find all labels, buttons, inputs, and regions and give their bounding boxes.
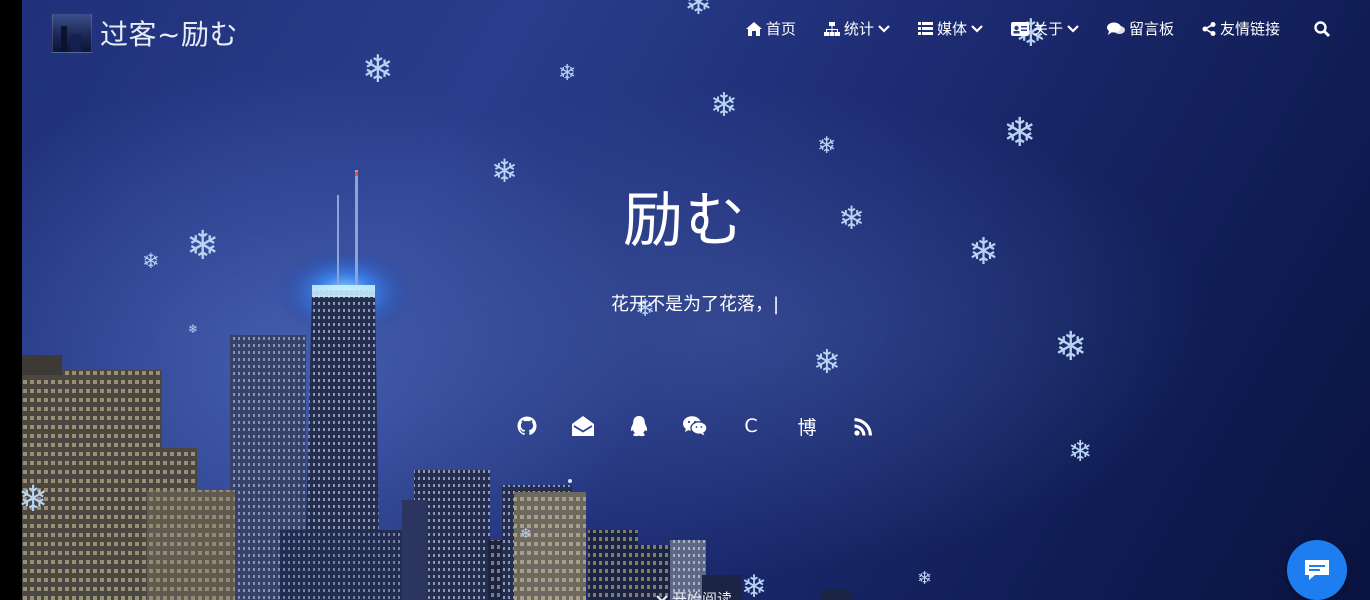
- hero-subtitle-typing: 花开不是为了花落，|: [610, 294, 780, 315]
- nav-item-label: 友情链接: [1219, 20, 1280, 38]
- email-icon: [572, 416, 594, 436]
- list-icon: [917, 22, 933, 35]
- nav-menu: 首页 统计 媒体 关于 留言板 友情链接: [718, 18, 1330, 39]
- email-link[interactable]: [570, 413, 596, 439]
- nav-item-label: 统计: [843, 20, 874, 38]
- home-icon: [745, 21, 762, 36]
- social-links: C 博: [0, 413, 1370, 439]
- site-logo-image: [52, 13, 92, 53]
- nav-item-friend-links[interactable]: 友情链接: [1202, 18, 1280, 39]
- chevron-down-icon: [971, 24, 983, 33]
- nav-item-stats[interactable]: 统计: [823, 18, 890, 39]
- nav-item-label: 媒体: [936, 20, 967, 38]
- search-icon: [1314, 20, 1330, 37]
- scroll-hint-label: 开始阅读: [672, 590, 733, 600]
- top-navbar: 过客~励む 首页 统计 媒体 关于 留言板 友情链接: [22, 0, 1370, 60]
- nav-item-about[interactable]: 关于: [1010, 18, 1079, 39]
- sitemap-icon: [823, 21, 840, 36]
- nav-item-label: 首页: [765, 20, 796, 38]
- chat-button[interactable]: [1287, 540, 1347, 600]
- hero-title: 励む: [623, 186, 747, 256]
- site-brand-title: 过客~励む: [100, 18, 238, 51]
- nav-item-guestbook[interactable]: 留言板: [1106, 18, 1174, 39]
- chevron-down-icon: [878, 24, 890, 33]
- rss-link[interactable]: [850, 413, 876, 439]
- chevron-down-icon: [656, 594, 668, 600]
- nav-item-media[interactable]: 媒体: [917, 18, 983, 39]
- github-link[interactable]: [514, 413, 540, 439]
- scroll-down-hint[interactable]: 开始阅读: [656, 588, 732, 600]
- csdn-link[interactable]: C: [738, 413, 764, 439]
- wechat-icon: [683, 416, 707, 436]
- comments-icon: [1106, 22, 1125, 35]
- page: ❄ ❄ ❄ ❄ ❄ ❄ ❄ ❄ ❄ ❄ ❄ ❄ ❄ ❄ ❄ ❄ ❄ ❄ ❄ ❄ …: [0, 0, 1370, 600]
- qq-icon: [630, 415, 648, 436]
- search-button[interactable]: [1314, 20, 1330, 37]
- nav-item-label: 关于: [1032, 20, 1063, 38]
- nav-item-label: 留言板: [1128, 20, 1174, 38]
- chat-bubble-icon: [1305, 560, 1329, 580]
- blog-link[interactable]: 博: [794, 413, 820, 439]
- rss-icon: [853, 417, 872, 436]
- chevron-down-icon: [1067, 24, 1079, 33]
- nav-item-home[interactable]: 首页: [745, 18, 796, 39]
- qq-link[interactable]: [626, 413, 652, 439]
- site-brand-link[interactable]: 过客~励む: [52, 13, 238, 53]
- id-card-icon: [1010, 21, 1029, 36]
- share-icon: [1202, 21, 1216, 36]
- wechat-link[interactable]: [682, 413, 708, 439]
- github-icon: [517, 416, 537, 436]
